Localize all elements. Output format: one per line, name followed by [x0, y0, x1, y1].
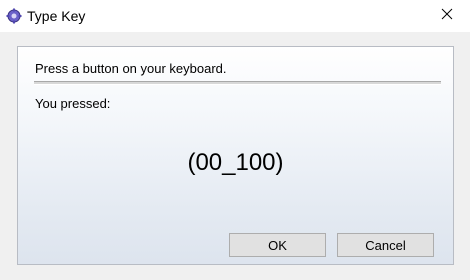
ok-button[interactable]: OK — [229, 233, 326, 257]
type-key-dialog: Type Key Press a button on your keyboard… — [0, 0, 470, 280]
pressed-key-value: (00_100) — [187, 149, 284, 176]
close-button[interactable] — [424, 0, 470, 32]
title-bar[interactable]: Type Key — [0, 0, 470, 32]
window-title: Type Key — [27, 8, 86, 24]
pressed-label: You pressed: — [35, 96, 111, 111]
keyboard-gear-icon — [6, 8, 22, 24]
cancel-button[interactable]: Cancel — [337, 233, 434, 257]
close-icon — [441, 7, 453, 25]
content-panel: Press a button on your keyboard. You pre… — [17, 46, 454, 265]
dialog-client-area: Press a button on your keyboard. You pre… — [0, 32, 470, 280]
prompt-text: Press a button on your keyboard. — [35, 61, 227, 76]
separator — [34, 81, 441, 85]
